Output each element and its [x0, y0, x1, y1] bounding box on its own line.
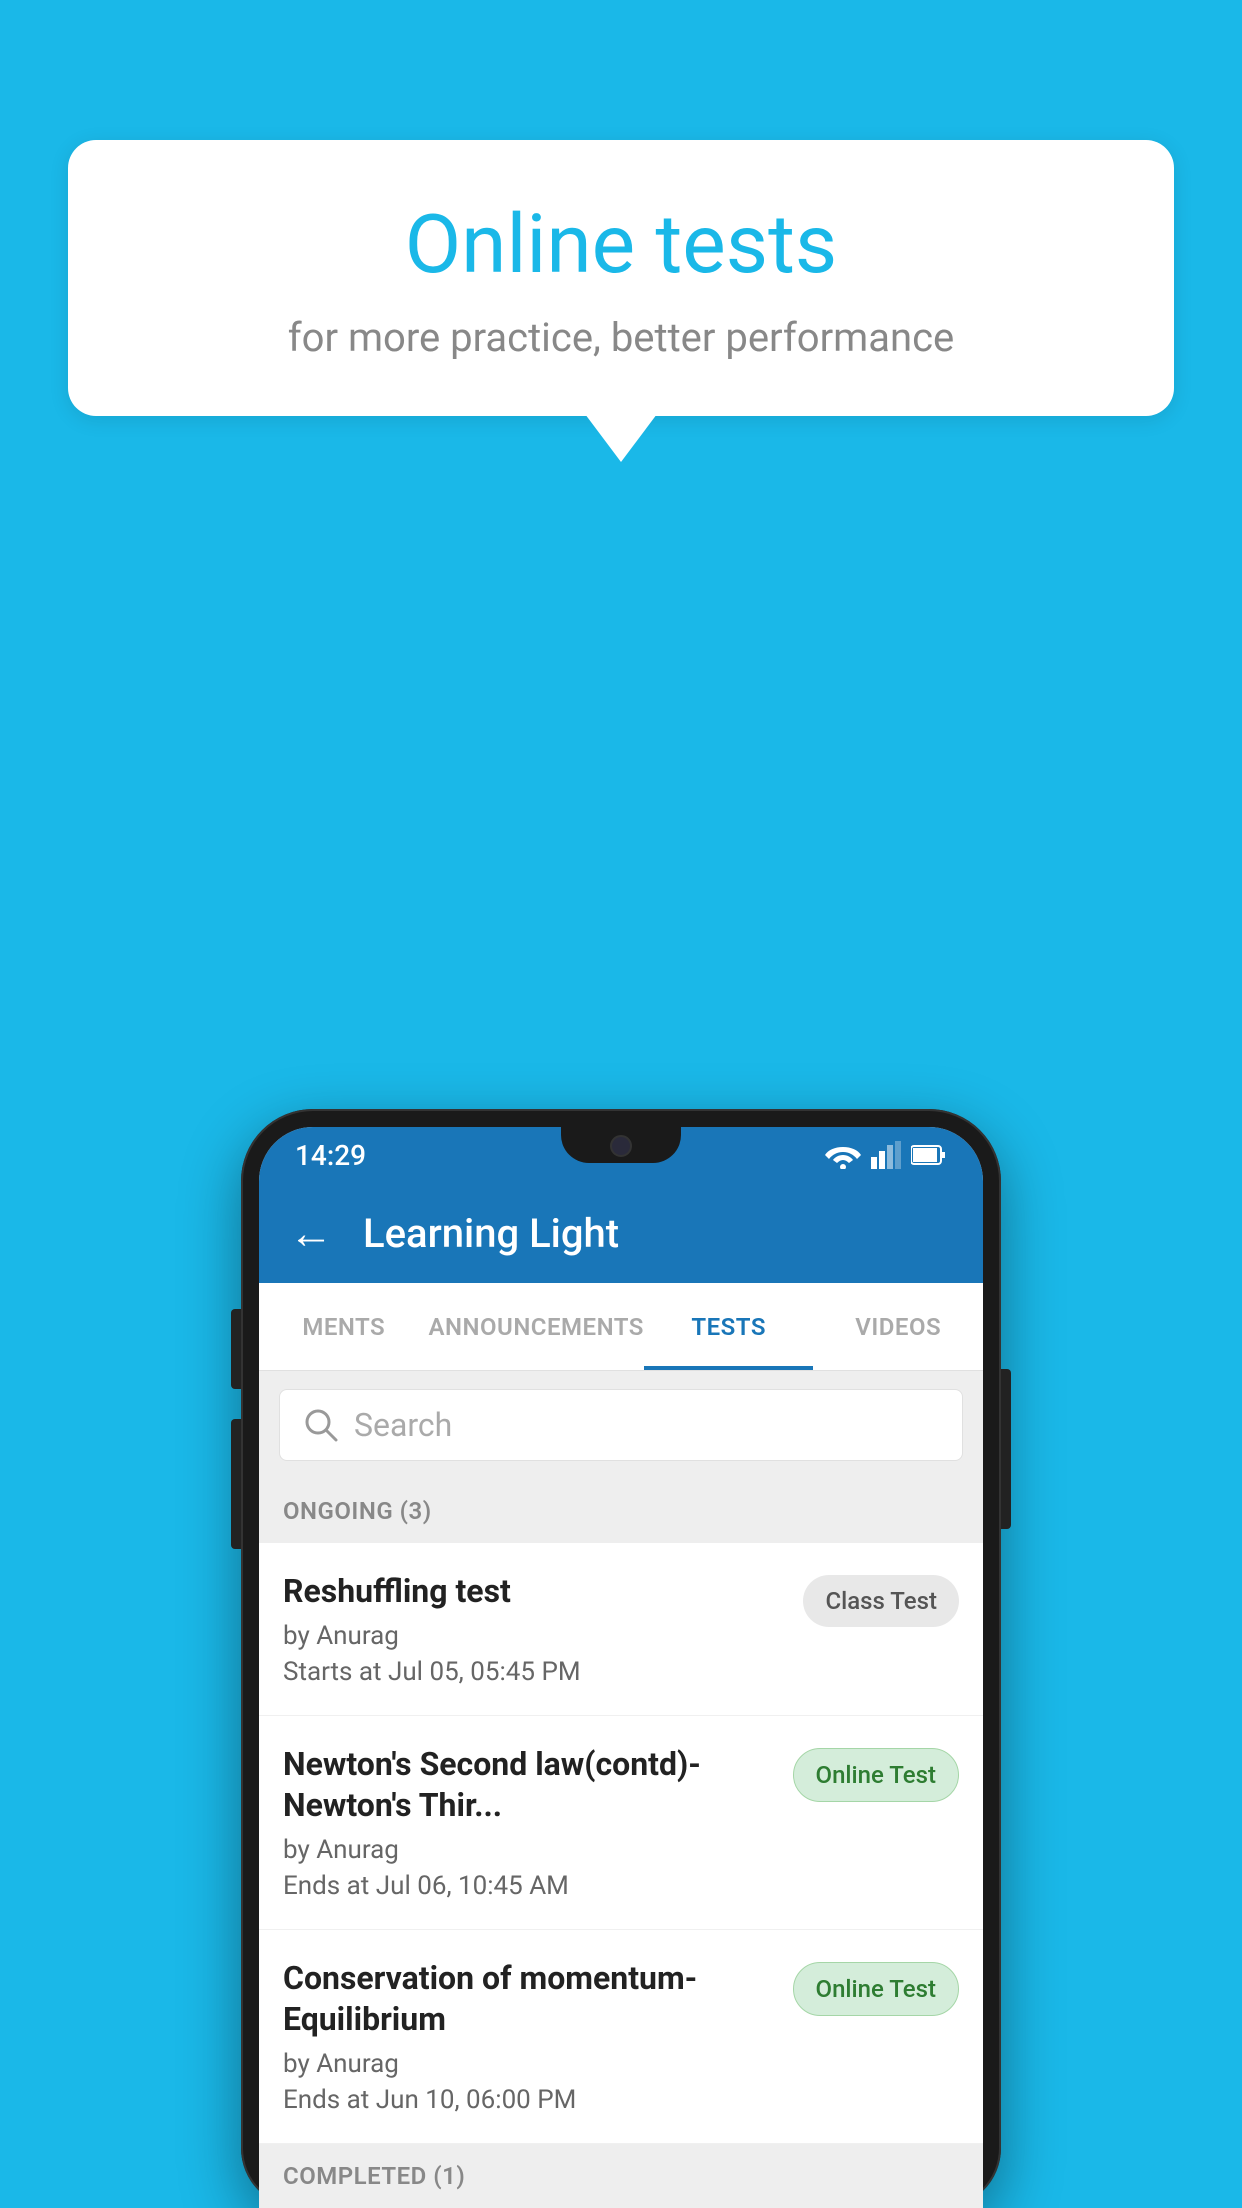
status-icons — [825, 1141, 947, 1169]
list-item-content: Conservation of momentum-Equilibrium by … — [283, 1958, 793, 2115]
phone-camera — [610, 1135, 632, 1157]
side-button-left-top — [231, 1309, 241, 1389]
bubble-title: Online tests — [118, 200, 1124, 290]
signal-icon — [871, 1141, 901, 1169]
test-title: Reshuffling test — [283, 1571, 783, 1613]
test-date: Ends at Jul 06, 10:45 AM — [283, 1871, 773, 1901]
phone-screen: 14:29 — [259, 1127, 983, 2208]
app-bar: ← Learning Light — [259, 1183, 983, 1283]
search-container: Search — [259, 1371, 983, 1479]
list-item[interactable]: Newton's Second law(contd)-Newton's Thir… — [259, 1716, 983, 1930]
search-input[interactable]: Search — [279, 1389, 963, 1461]
test-date: Starts at Jul 05, 05:45 PM — [283, 1657, 783, 1687]
back-button[interactable]: ← — [289, 1211, 333, 1255]
list-item-content: Newton's Second law(contd)-Newton's Thir… — [283, 1744, 793, 1901]
list-item[interactable]: Reshuffling test by Anurag Starts at Jul… — [259, 1543, 983, 1716]
wifi-icon — [825, 1141, 861, 1169]
tab-tests[interactable]: TESTS — [644, 1283, 814, 1370]
completed-section-header: COMPLETED (1) — [259, 2144, 983, 2208]
test-title: Newton's Second law(contd)-Newton's Thir… — [283, 1744, 773, 1827]
ongoing-section-header: ONGOING (3) — [259, 1479, 983, 1543]
test-author: by Anurag — [283, 1621, 783, 1651]
tab-videos[interactable]: VIDEOS — [813, 1283, 983, 1370]
tab-announcements[interactable]: ANNOUNCEMENTS — [429, 1283, 644, 1370]
app-bar-title: Learning Light — [363, 1210, 619, 1257]
side-button-right — [1001, 1369, 1011, 1529]
status-time: 14:29 — [295, 1139, 366, 1172]
search-icon — [304, 1408, 338, 1442]
tabs-bar: MENTS ANNOUNCEMENTS TESTS VIDEOS — [259, 1283, 983, 1371]
search-placeholder: Search — [354, 1406, 452, 1444]
test-title: Conservation of momentum-Equilibrium — [283, 1958, 773, 2041]
test-date: Ends at Jun 10, 06:00 PM — [283, 2085, 773, 2115]
test-list: Reshuffling test by Anurag Starts at Jul… — [259, 1543, 983, 2144]
tab-ments[interactable]: MENTS — [259, 1283, 429, 1370]
test-author: by Anurag — [283, 1835, 773, 1865]
ongoing-label: ONGOING (3) — [283, 1497, 432, 1525]
battery-icon — [911, 1143, 947, 1167]
completed-label: COMPLETED (1) — [283, 2162, 465, 2190]
list-item[interactable]: Conservation of momentum-Equilibrium by … — [259, 1930, 983, 2144]
badge-online-test: Online Test — [793, 1962, 959, 2016]
side-button-left-bottom — [231, 1419, 241, 1549]
badge-online-test: Online Test — [793, 1748, 959, 1802]
phone-outer: 14:29 — [241, 1109, 1001, 2208]
bubble-subtitle: for more practice, better performance — [118, 314, 1124, 361]
list-item-content: Reshuffling test by Anurag Starts at Jul… — [283, 1571, 803, 1687]
speech-bubble: Online tests for more practice, better p… — [68, 140, 1174, 416]
badge-class-test: Class Test — [803, 1575, 959, 1627]
phone-wrapper: 14:29 — [241, 1109, 1001, 2208]
test-author: by Anurag — [283, 2049, 773, 2079]
